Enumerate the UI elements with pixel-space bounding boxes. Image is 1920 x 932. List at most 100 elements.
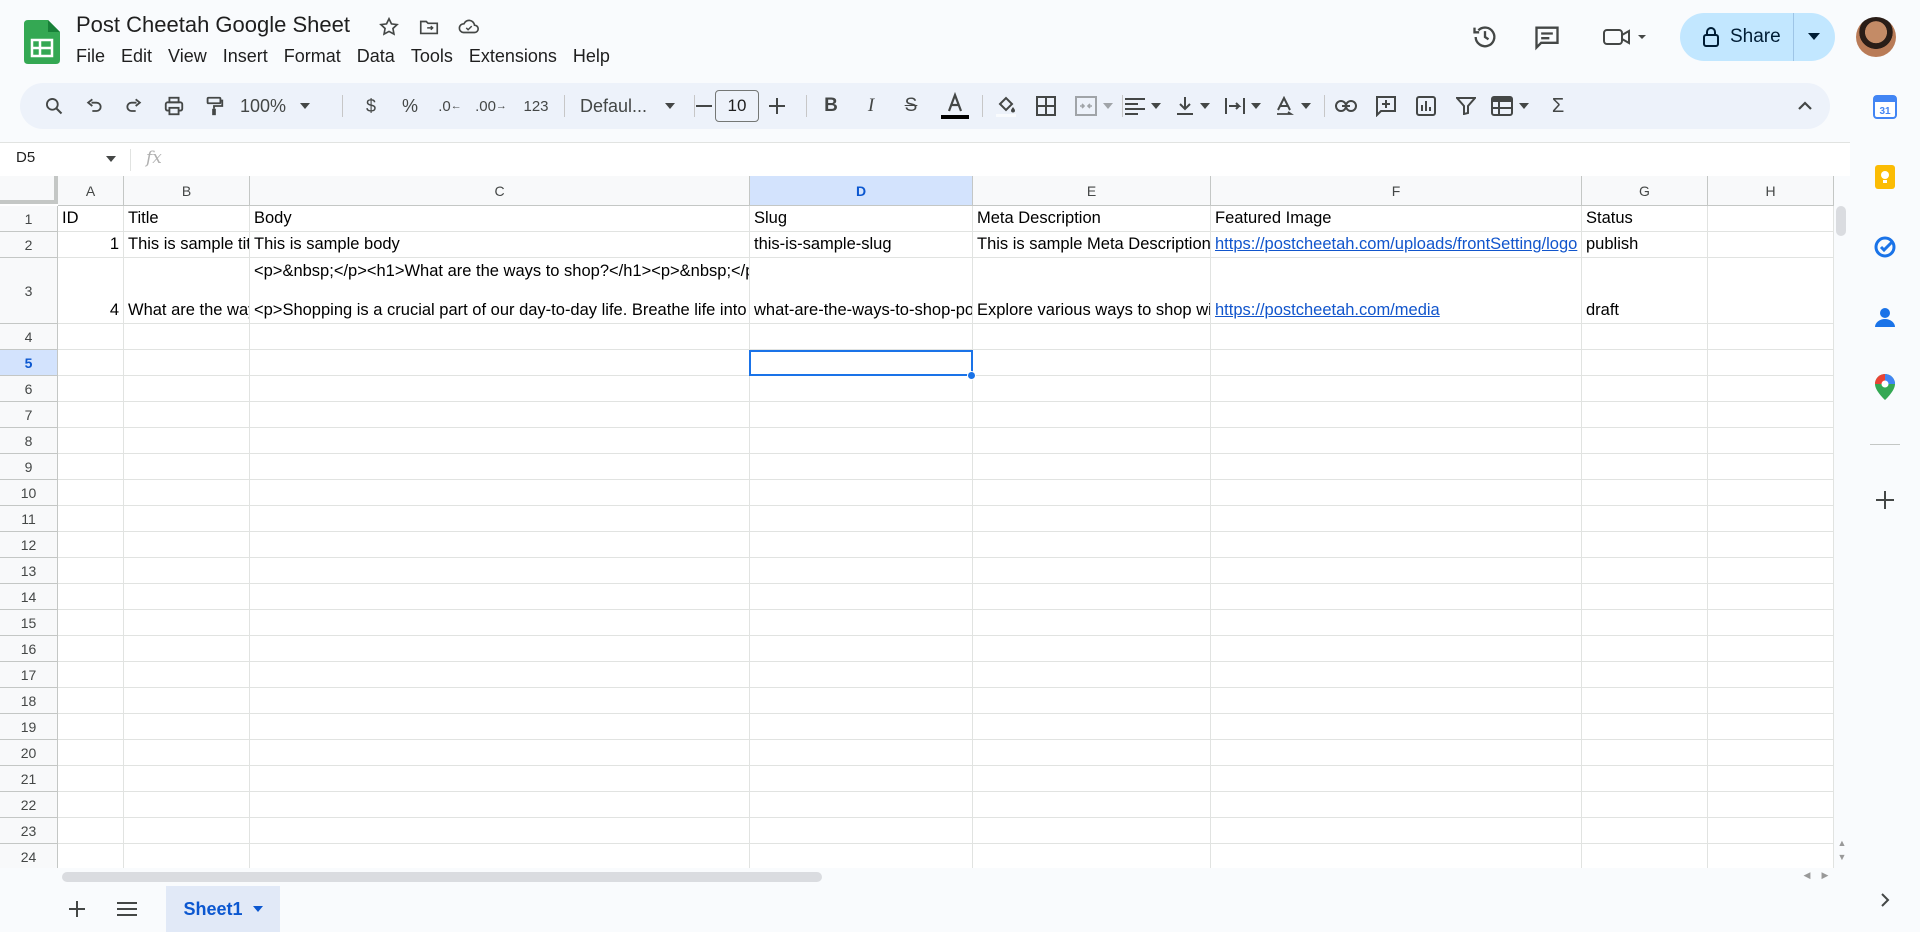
cell-b1[interactable]: Title [124, 206, 250, 232]
cell-g1[interactable]: Status [1582, 206, 1708, 232]
row-header[interactable]: 10 [0, 480, 58, 506]
search-menus-icon[interactable] [38, 83, 70, 129]
sheet-tab[interactable]: Sheet1 [166, 886, 280, 932]
cell-f3-link[interactable]: https://postcheetah.com/media [1211, 258, 1582, 324]
calendar-icon[interactable]: 31 [1872, 94, 1898, 120]
text-color-icon[interactable] [938, 83, 972, 129]
row-header[interactable]: 16 [0, 636, 58, 662]
horizontal-scroll-arrows[interactable]: ◀ ▶ [1798, 870, 1834, 884]
cloud-saved-icon[interactable] [456, 14, 482, 40]
cell-a1[interactable]: ID [58, 206, 124, 232]
share-main[interactable]: Share [1680, 13, 1794, 61]
move-folder-icon[interactable] [416, 14, 442, 40]
cell-a3[interactable]: 4 [58, 258, 124, 324]
vertical-scroll-arrows[interactable]: ▲ ▼ [1836, 836, 1848, 866]
menu-view[interactable]: View [160, 44, 215, 69]
cell-d3[interactable]: what-are-the-ways-to-shop-post [750, 258, 973, 324]
star-icon[interactable] [376, 14, 402, 40]
row-header[interactable]: 12 [0, 532, 58, 558]
row-header[interactable]: 9 [0, 454, 58, 480]
paint-format-icon[interactable] [198, 83, 230, 129]
horizontal-scrollbar[interactable] [62, 872, 822, 882]
row-header[interactable]: 8 [0, 428, 58, 454]
formula-input[interactable] [176, 145, 1836, 175]
text-wrapping-icon[interactable] [1220, 83, 1266, 129]
chevron-down-icon[interactable] [106, 156, 116, 162]
contacts-icon[interactable] [1872, 304, 1898, 330]
decrease-font-size-button[interactable] [690, 83, 718, 129]
menu-format[interactable]: Format [276, 44, 349, 69]
expand-side-panel-icon[interactable] [1872, 887, 1898, 913]
row-header[interactable]: 15 [0, 610, 58, 636]
cell-b2[interactable]: This is sample title [124, 232, 250, 258]
row-header[interactable]: 11 [0, 506, 58, 532]
share-button[interactable]: Share [1680, 13, 1835, 61]
version-history-icon[interactable] [1468, 20, 1502, 54]
bold-icon[interactable]: B [816, 83, 846, 129]
insert-comment-icon[interactable] [1370, 83, 1402, 129]
text-rotation-icon[interactable] [1270, 83, 1316, 129]
row-header[interactable]: 23 [0, 818, 58, 844]
row-header[interactable]: 17 [0, 662, 58, 688]
menu-tools[interactable]: Tools [403, 44, 461, 69]
functions-icon[interactable]: Σ [1542, 83, 1574, 129]
merge-cells-icon[interactable] [1070, 83, 1118, 129]
row-header[interactable]: 4 [0, 324, 58, 350]
column-header-e[interactable]: E [973, 176, 1211, 206]
cell-d2[interactable]: this-is-sample-slug [750, 232, 973, 258]
cell-g3[interactable]: draft [1582, 258, 1708, 324]
zoom-select[interactable]: 100% [240, 83, 320, 129]
print-icon[interactable] [158, 83, 190, 129]
borders-icon[interactable] [1030, 83, 1062, 129]
menu-data[interactable]: Data [349, 44, 403, 69]
row-header[interactable]: 21 [0, 766, 58, 792]
avatar[interactable] [1856, 17, 1896, 57]
row-header[interactable]: 3 [0, 258, 58, 324]
row-header[interactable]: 19 [0, 714, 58, 740]
column-header-g[interactable]: G [1582, 176, 1708, 206]
column-header-h[interactable]: H [1708, 176, 1834, 206]
all-sheets-icon[interactable] [114, 896, 140, 922]
vertical-scrollbar[interactable] [1836, 206, 1846, 236]
decrease-decimal-button[interactable]: .0 ← [433, 83, 467, 129]
row-header[interactable]: 18 [0, 688, 58, 714]
cell-f1[interactable]: Featured Image [1211, 206, 1582, 232]
add-addon-icon[interactable] [1872, 487, 1898, 513]
collapse-toolbar-icon[interactable] [1790, 83, 1820, 129]
cell-b3[interactable]: What are the ways to shop? [124, 258, 250, 324]
column-header-f[interactable]: F [1211, 176, 1582, 206]
cell-c3[interactable]: <p>&nbsp;</p><h1>What are the ways to sh… [250, 258, 750, 324]
row-header[interactable]: 6 [0, 376, 58, 402]
row-header[interactable]: 24 [0, 844, 58, 868]
row-header[interactable]: 7 [0, 402, 58, 428]
horizontal-align-icon[interactable] [1120, 83, 1166, 129]
insert-link-icon[interactable] [1330, 83, 1362, 129]
selected-cell-d5[interactable] [749, 350, 973, 376]
cell-f2-link[interactable]: https://postcheetah.com/uploads/frontSet… [1211, 232, 1582, 258]
vertical-align-icon[interactable] [1170, 83, 1216, 129]
row-header[interactable]: 14 [0, 584, 58, 610]
increase-decimal-button[interactable]: .00 → [472, 83, 510, 129]
cell-c2[interactable]: This is sample body [250, 232, 750, 258]
row-header[interactable]: 2 [0, 232, 58, 258]
percent-format-button[interactable]: % [395, 83, 425, 129]
cell-h1[interactable] [1708, 206, 1834, 232]
row-header[interactable]: 22 [0, 792, 58, 818]
font-size-input[interactable]: 10 [715, 90, 759, 122]
name-box[interactable]: D5 [16, 149, 35, 166]
add-sheet-icon[interactable] [64, 896, 90, 922]
menu-edit[interactable]: Edit [113, 44, 160, 69]
row-header[interactable]: 20 [0, 740, 58, 766]
select-all-corner[interactable] [0, 176, 58, 204]
strikethrough-icon[interactable]: S [896, 83, 926, 129]
menu-help[interactable]: Help [565, 44, 618, 69]
row-header[interactable]: 1 [0, 206, 58, 232]
filter-icon[interactable] [1450, 83, 1482, 129]
menu-insert[interactable]: Insert [215, 44, 276, 69]
chevron-down-icon[interactable] [252, 906, 263, 912]
meet-video-icon[interactable] [1600, 20, 1650, 54]
column-header-a[interactable]: A [58, 176, 124, 206]
share-dropdown-icon[interactable] [1794, 13, 1834, 61]
cell-e2[interactable]: This is sample Meta Description [973, 232, 1211, 258]
currency-format-button[interactable]: $ [356, 83, 386, 129]
